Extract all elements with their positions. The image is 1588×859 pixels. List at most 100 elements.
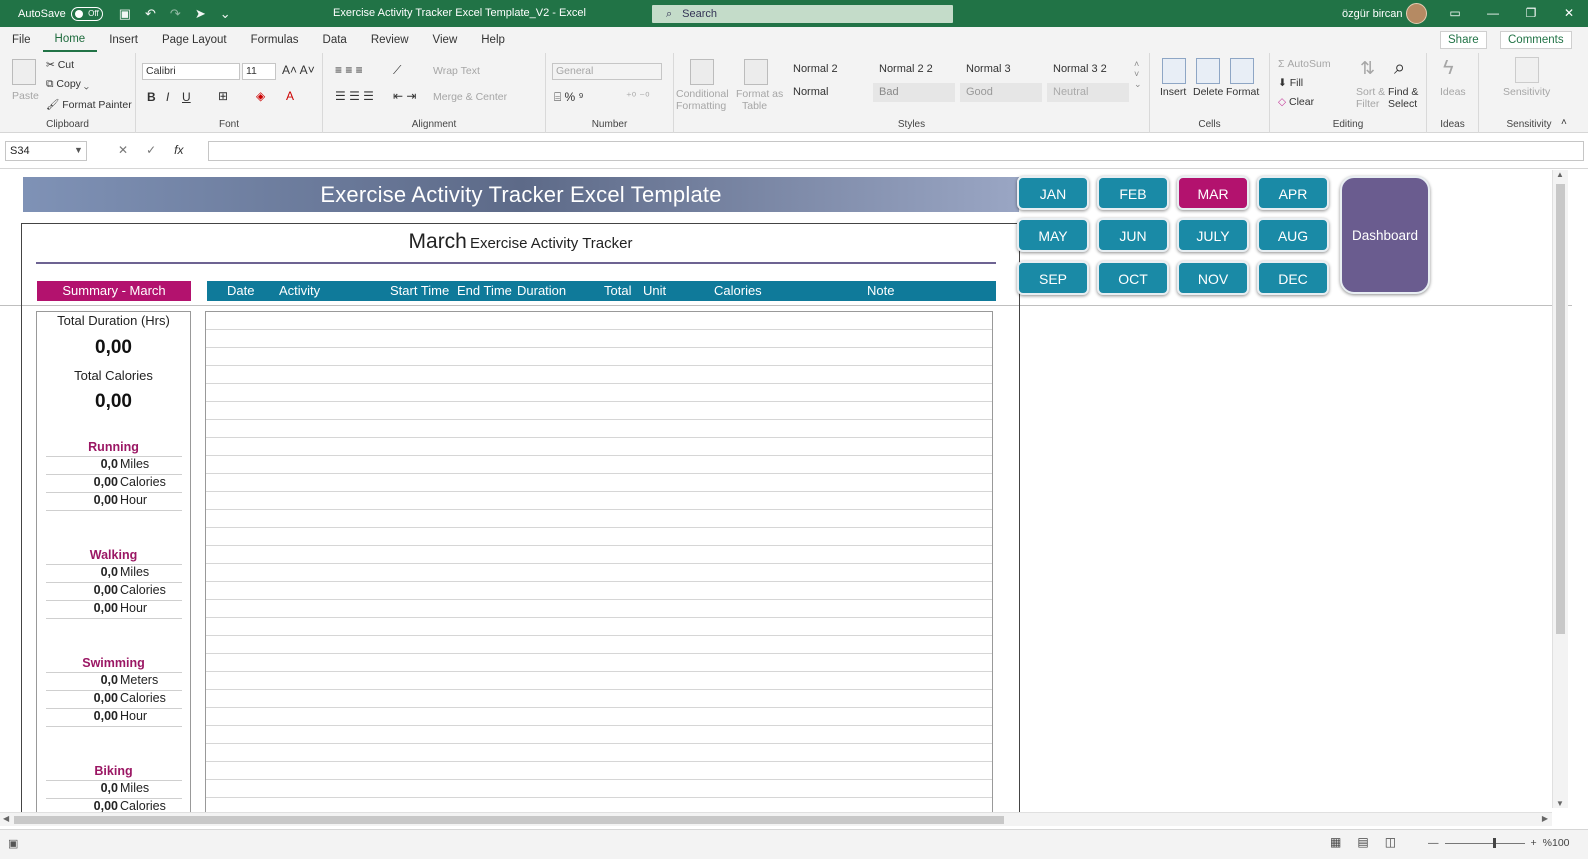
style-normal-3[interactable]: Normal 3 <box>960 60 1042 79</box>
zoom-out-icon[interactable]: — <box>1428 837 1439 849</box>
styles-scroll-icon[interactable]: ˄ ˅ ⌄ <box>1134 59 1142 90</box>
name-box-dropdown-icon[interactable]: ▼ <box>74 145 83 155</box>
style-normal-2[interactable]: Normal 2 <box>787 60 869 79</box>
month-button-oct[interactable]: OCT <box>1097 261 1169 295</box>
conditional-formatting-icon[interactable] <box>690 59 714 85</box>
page-break-view-icon[interactable]: ◫ <box>1385 835 1396 849</box>
align-left-icon[interactable]: ☰ ☰ ☰ <box>335 89 374 103</box>
pointer-icon[interactable]: ➤ <box>195 6 206 22</box>
customize-qat-icon[interactable]: ⌄ <box>220 6 231 22</box>
grow-font-icon[interactable]: A˄ A˅ <box>282 63 315 77</box>
month-button-mar[interactable]: MAR <box>1177 176 1249 210</box>
macro-recording-icon[interactable]: ▣ <box>8 837 18 850</box>
formula-input[interactable] <box>208 141 1584 161</box>
sensitivity-icon[interactable] <box>1515 57 1539 83</box>
sensitivity-button[interactable]: Sensitivity <box>1503 86 1550 98</box>
tab-review[interactable]: Review <box>359 27 421 53</box>
conditional-label[interactable]: Conditional <box>676 88 729 100</box>
vertical-scrollbar[interactable]: ▲ ▼ <box>1552 170 1568 808</box>
activity-log-table[interactable] <box>205 311 993 818</box>
sort-filter-icon[interactable]: ⇅ <box>1360 58 1375 79</box>
vertical-scroll-thumb[interactable] <box>1556 184 1565 634</box>
normal-view-icon[interactable]: ▦ <box>1330 835 1341 849</box>
month-button-july[interactable]: JULY <box>1177 218 1249 252</box>
page-layout-view-icon[interactable]: ▤ <box>1357 835 1368 849</box>
zoom-level[interactable]: %100 <box>1543 837 1570 849</box>
horizontal-scroll-thumb[interactable] <box>14 816 1004 824</box>
underline-icon[interactable]: U <box>182 90 191 104</box>
copy-button[interactable]: ⧉ Copy ⌄ <box>46 78 89 91</box>
ideas-button[interactable]: Ideas <box>1440 86 1466 98</box>
minimize-icon[interactable]: — <box>1474 0 1512 27</box>
redo-icon[interactable]: ↷ <box>170 6 181 22</box>
paste-button[interactable]: Paste <box>12 90 39 102</box>
undo-icon[interactable]: ↶ <box>145 6 156 22</box>
decimal-icon[interactable]: ⁺⁰ ⁻⁰ <box>626 90 650 103</box>
tab-insert[interactable]: Insert <box>97 27 150 53</box>
ideas-icon[interactable]: ϟ <box>1443 57 1454 80</box>
share-button[interactable]: Share <box>1440 31 1487 49</box>
month-button-jun[interactable]: JUN <box>1097 218 1169 252</box>
format-painter-button[interactable]: 🖌 Format Painter <box>46 98 132 111</box>
close-icon[interactable]: ✕ <box>1550 0 1588 27</box>
number-format-select[interactable]: General <box>552 63 662 80</box>
tab-page-layout[interactable]: Page Layout <box>150 27 239 53</box>
formatting-label[interactable]: Formatting <box>676 100 726 112</box>
enter-icon[interactable]: ✓ <box>146 143 156 157</box>
insert-cells-button[interactable]: Insert <box>1160 86 1186 98</box>
table-label[interactable]: Table <box>742 100 767 112</box>
style-neutral[interactable]: Neutral <box>1047 83 1129 102</box>
scroll-down-icon[interactable]: ▼ <box>1556 799 1564 808</box>
month-button-feb[interactable]: FEB <box>1097 176 1169 210</box>
tab-formulas[interactable]: Formulas <box>239 27 311 53</box>
sort-label[interactable]: Sort & <box>1356 86 1385 98</box>
month-button-nov[interactable]: NOV <box>1177 261 1249 295</box>
filter-label[interactable]: Filter <box>1356 98 1379 110</box>
avatar[interactable] <box>1406 3 1427 24</box>
dashboard-button[interactable]: Dashboard <box>1340 176 1430 294</box>
worksheet[interactable]: Exercise Activity Tracker Excel Template… <box>0 170 1572 818</box>
save-icon[interactable]: ▣ <box>119 6 131 22</box>
fill-color-icon[interactable]: ◈ <box>256 89 265 103</box>
italic-icon[interactable]: I <box>166 90 169 104</box>
search-box[interactable]: ⌕ Search <box>652 5 953 23</box>
align-top-icon[interactable]: ≡ ≡ ≡ <box>335 63 363 77</box>
tab-home[interactable]: Home <box>42 28 98 52</box>
insert-function-button[interactable]: fx <box>174 143 183 157</box>
scroll-right-icon[interactable]: ▶ <box>1542 814 1548 823</box>
orientation-icon[interactable]: ⟋ <box>393 63 401 78</box>
clear-button[interactable]: ◇ Clear <box>1278 96 1314 108</box>
font-name-select[interactable]: Calibri <box>142 63 240 80</box>
insert-cells-icon[interactable] <box>1162 58 1186 84</box>
autosave-toggle[interactable]: AutoSave Off <box>18 6 103 21</box>
format-as-label[interactable]: Format as <box>736 88 783 100</box>
cut-button[interactable]: ✂ Cut <box>46 59 74 71</box>
comments-button[interactable]: Comments <box>1500 31 1572 49</box>
delete-cells-icon[interactable] <box>1196 58 1220 84</box>
format-cells-icon[interactable] <box>1230 58 1254 84</box>
tab-view[interactable]: View <box>421 27 470 53</box>
zoom-slider[interactable] <box>1444 837 1525 848</box>
tab-help[interactable]: Help <box>469 27 517 53</box>
autosum-button[interactable]: Σ AutoSum <box>1278 58 1331 70</box>
month-button-sep[interactable]: SEP <box>1017 261 1089 295</box>
format-as-table-icon[interactable] <box>744 59 768 85</box>
autosave-switch[interactable]: Off <box>70 6 103 21</box>
scroll-left-icon[interactable]: ◀ <box>3 814 9 823</box>
indent-icon[interactable]: ⇤ ⇥ <box>393 89 416 103</box>
month-button-dec[interactable]: DEC <box>1257 261 1329 295</box>
style-normal[interactable]: Normal <box>787 83 869 102</box>
accounting-icon[interactable]: ⌸ % ⁹ <box>554 90 584 105</box>
ribbon-display-icon[interactable]: ▭ <box>1436 0 1474 27</box>
format-cells-button[interactable]: Format <box>1226 86 1259 98</box>
cancel-icon[interactable]: ✕ <box>118 143 128 157</box>
borders-icon[interactable]: ⊞ <box>218 89 228 103</box>
style-bad[interactable]: Bad <box>873 83 955 102</box>
collapse-ribbon-icon[interactable]: ˄ <box>1561 117 1567 128</box>
zoom-in-icon[interactable]: + <box>1531 837 1537 849</box>
style-normal-2-2[interactable]: Normal 2 2 <box>873 60 955 79</box>
user-name[interactable]: özgür bircan <box>1342 8 1403 20</box>
wrap-text-button[interactable]: Wrap Text <box>433 65 480 77</box>
style-good[interactable]: Good <box>960 83 1042 102</box>
tab-file[interactable]: File <box>0 27 43 53</box>
